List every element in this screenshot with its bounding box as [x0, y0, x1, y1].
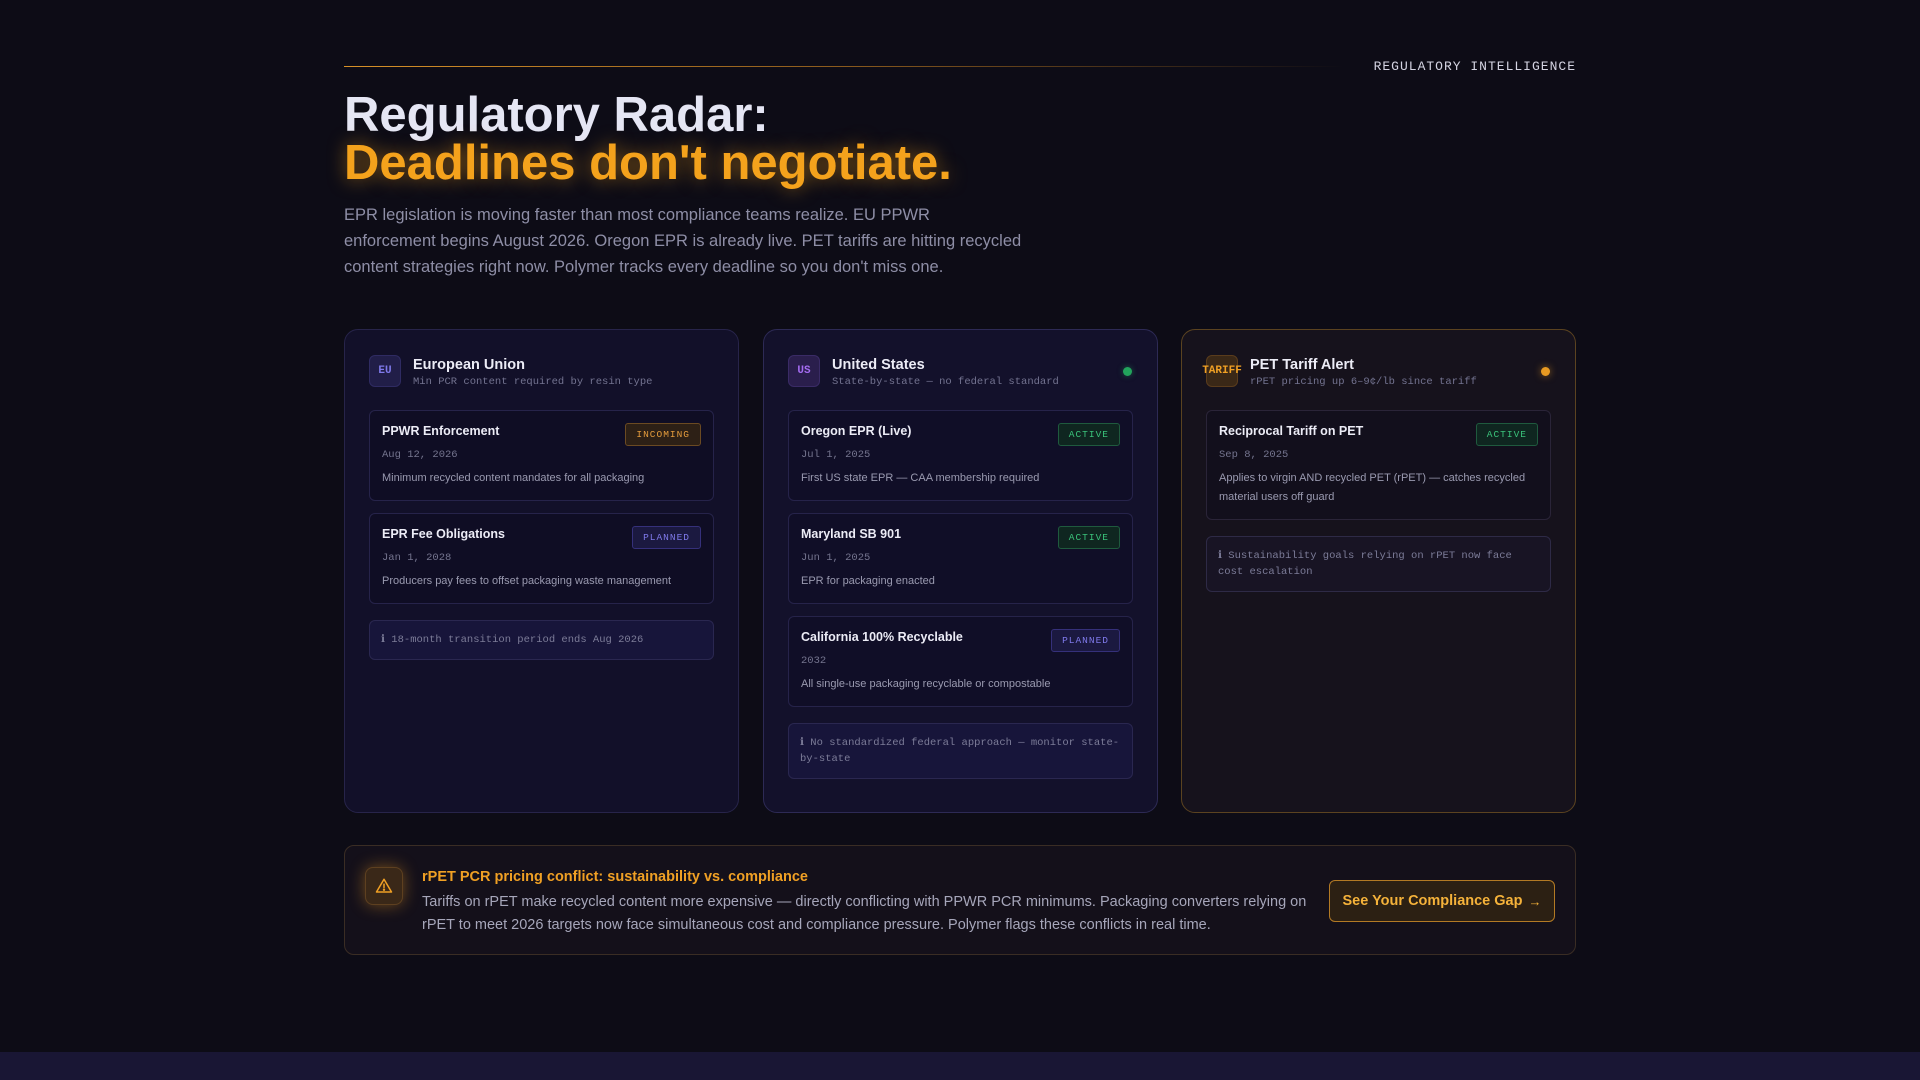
- section-kicker: REGULATORY INTELLIGENCE: [1373, 59, 1576, 74]
- status-badge: INCOMING: [625, 423, 701, 446]
- regulation-date: 2032: [801, 655, 827, 667]
- card-title: European Union: [413, 357, 525, 373]
- live-status-dot-icon: [1123, 367, 1132, 376]
- page-title: Regulatory Radar:: [344, 88, 769, 142]
- card-header: TARIFF PET Tariff Alert rPET pricing up …: [1202, 355, 1551, 389]
- status-badge: ACTIVE: [1057, 526, 1120, 549]
- footer-strip: [0, 1052, 1920, 1080]
- regulation-item: Maryland SB 901 ACTIVE Jun 1, 2025 EPR f…: [788, 513, 1133, 604]
- regulation-date: Jan 1, 2028: [382, 552, 452, 564]
- page-subtitle: Deadlines don't negotiate.: [344, 136, 952, 190]
- alert-title: rPET PCR pricing conflict: sustainabilit…: [422, 869, 808, 885]
- card-pet-tariff-alert: TARIFF PET Tariff Alert rPET pricing up …: [1181, 329, 1576, 813]
- regulation-date: Sep 8, 2025: [1219, 449, 1289, 461]
- status-badge: PLANNED: [1051, 629, 1120, 652]
- regulation-description: Producers pay fees to offset packaging w…: [382, 575, 672, 587]
- info-note: ℹ No standardized federal approach — mon…: [788, 723, 1133, 779]
- status-badge: ACTIVE: [1057, 423, 1120, 446]
- regulation-date: Aug 12, 2026: [382, 449, 458, 461]
- card-header: US United States State-by-state — no fed…: [788, 355, 1133, 389]
- pricing-conflict-alert: rPET PCR pricing conflict: sustainabilit…: [344, 845, 1576, 955]
- cta-label: See Your Compliance Gap: [1342, 893, 1523, 909]
- status-badge: PLANNED: [632, 526, 701, 549]
- regulation-item: Oregon EPR (Live) ACTIVE Jul 1, 2025 Fir…: [788, 410, 1133, 501]
- regulation-item: PPWR Enforcement INCOMING Aug 12, 2026 M…: [369, 410, 714, 501]
- see-compliance-gap-button[interactable]: See Your Compliance Gap →: [1329, 880, 1555, 922]
- card-united-states: US United States State-by-state — no fed…: [763, 329, 1158, 813]
- info-note: ℹ Sustainability goals relying on rPET n…: [1206, 536, 1551, 592]
- regulation-description: EPR for packaging enacted: [801, 575, 935, 587]
- card-subtitle: State-by-state — no federal standard: [832, 376, 1059, 388]
- regulation-description: Minimum recycled content mandates for al…: [382, 472, 645, 484]
- regulation-description: Applies to virgin AND recycled PET (rPET…: [1219, 472, 1526, 503]
- lead-paragraph: EPR legislation is moving faster than mo…: [344, 206, 1022, 276]
- warning-triangle-icon: [365, 867, 403, 905]
- card-subtitle: rPET pricing up 6–9¢/lb since tariff: [1250, 376, 1477, 388]
- card-header: EU European Union Min PCR content requir…: [369, 355, 714, 389]
- region-cards: EU European Union Min PCR content requir…: [344, 329, 1576, 813]
- regulation-item: Reciprocal Tariff on PET ACTIVE Sep 8, 2…: [1206, 410, 1551, 520]
- card-title: United States: [832, 357, 925, 373]
- status-badge: ACTIVE: [1475, 423, 1538, 446]
- alert-status-dot-icon: [1541, 367, 1550, 376]
- tariff-badge: TARIFF: [1202, 355, 1242, 387]
- arrow-right-icon: →: [1528, 893, 1542, 909]
- regulation-item: California 100% Recyclable PLANNED 2032 …: [788, 616, 1133, 707]
- card-european-union: EU European Union Min PCR content requir…: [344, 329, 739, 813]
- info-note: ℹ 18-month transition period ends Aug 20…: [369, 620, 714, 660]
- regulation-description: First US state EPR — CAA membership requ…: [801, 472, 1040, 484]
- us-badge: US: [788, 355, 820, 387]
- page: REGULATORY INTELLIGENCE Regulatory Radar…: [0, 0, 1920, 1080]
- eu-badge: EU: [369, 355, 401, 387]
- header-divider: [344, 66, 1344, 67]
- card-title: PET Tariff Alert: [1250, 357, 1354, 373]
- card-subtitle: Min PCR content required by resin type: [413, 376, 653, 388]
- regulation-date: Jun 1, 2025: [801, 552, 871, 564]
- regulation-date: Jul 1, 2025: [801, 449, 871, 461]
- regulation-description: All single-use packaging recyclable or c…: [801, 678, 1051, 690]
- regulation-item: EPR Fee Obligations PLANNED Jan 1, 2028 …: [369, 513, 714, 604]
- alert-description: Tariffs on rPET make recycled content mo…: [422, 894, 1307, 933]
